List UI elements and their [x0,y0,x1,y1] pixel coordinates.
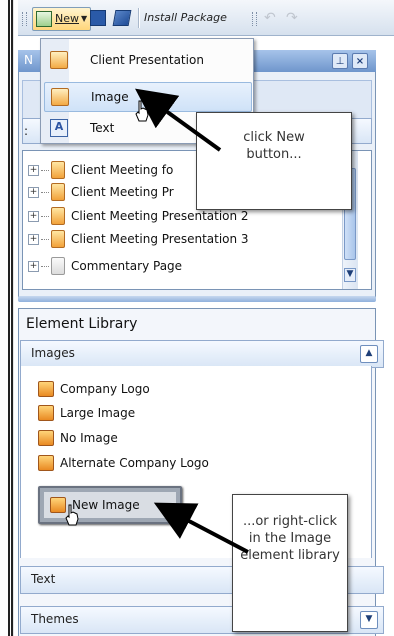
tree-item[interactable]: + Client Meeting Pr [28,182,174,202]
expand-icon[interactable]: + [28,210,39,222]
presentation-icon [51,183,65,201]
undo-button[interactable]: ↶ [264,7,276,29]
hand-cursor-icon [135,100,149,122]
undo-icon: ↶ [264,10,276,26]
library-item-label: Alternate Company Logo [60,456,209,470]
expand-icon[interactable]: ▼ [360,611,378,629]
expand-icon[interactable]: + [28,186,39,198]
tree-item[interactable]: + Commentary Page [28,256,182,276]
redo-button[interactable]: ↷ [286,7,298,29]
library-item[interactable]: Alternate Company Logo [38,454,209,472]
toolbar-grip-2[interactable] [252,12,257,26]
library-item[interactable]: Company Logo [38,380,150,398]
image-icon [51,88,69,106]
expand-icon[interactable]: + [28,164,39,176]
scroll-down-icon[interactable]: ▼ [344,268,356,282]
library-item-label: No Image [60,431,118,445]
image-icon [38,455,54,471]
save-icon [90,10,106,26]
page-icon [51,257,65,275]
section-bar-fragment: : [24,124,29,138]
menu-item-label: Image [91,90,129,104]
tree-item-label: Client Meeting Pr [71,185,174,199]
tree-item[interactable]: + Client Meeting fo [28,160,173,180]
expand-icon[interactable]: + [28,233,39,245]
pencil-icon [112,10,132,26]
new-button[interactable]: New ▼ [32,7,92,31]
tree-item-label: Client Meeting fo [71,163,174,177]
text-icon: A [50,119,68,137]
toolbar-grip[interactable] [22,12,27,26]
image-icon [38,405,54,421]
tree-item-label: Client Meeting Presentation 2 [71,209,249,223]
pin-icon[interactable]: ⊥ [332,53,348,69]
callout-right-click: ...or right-click in the Image element l… [232,494,348,632]
navigator-panel-title: N [24,53,33,67]
images-section-bar[interactable]: Images ▲ [20,340,384,368]
chevron-down-icon: ▼ [81,14,88,23]
library-item-label: Large Image [60,406,136,420]
new-image-label: New Image [72,498,140,512]
image-icon [38,381,54,397]
new-doc-icon [36,11,52,27]
callout-text: click New button... [243,130,305,162]
save-button[interactable] [90,7,106,29]
toolbar-separator [138,8,140,28]
menu-item-client-presentation[interactable]: Client Presentation [44,46,250,74]
library-item[interactable]: No Image [38,429,118,447]
install-package-button[interactable]: Install Package [144,7,227,29]
edit-button[interactable] [112,7,132,29]
menu-item-label: Text [90,121,115,135]
presentation-icon [50,51,68,69]
tree-item[interactable]: + Client Meeting Presentation 3 [28,229,249,249]
library-item[interactable]: Large Image [38,404,135,422]
hand-cursor-icon [65,504,79,526]
window-frame [8,0,14,636]
presentation-icon [51,161,65,179]
new-button-label: New [55,12,79,25]
library-item-label: Company Logo [60,382,150,396]
image-icon [38,430,54,446]
expand-icon[interactable]: + [28,260,39,272]
callout-text: ...or right-click in the Image element l… [240,514,340,563]
menu-item-label: Client Presentation [90,53,204,67]
panel-splitter[interactable] [18,296,376,302]
collapse-icon[interactable]: ▲ [360,345,378,363]
images-section-label: Images [31,346,75,360]
presentation-icon [51,207,65,225]
tree-item-label: Commentary Page [71,259,183,273]
text-section-label: Text [31,572,56,586]
tree-item-label: Client Meeting Presentation 3 [71,232,249,246]
element-library-title: Element Library [26,316,138,332]
callout-click-new: click New button... [196,112,352,210]
close-icon[interactable]: × [352,53,368,69]
redo-icon: ↷ [286,10,298,26]
themes-section-label: Themes [31,612,79,626]
presentation-icon [51,230,65,248]
toolbar: New ▼ Install Package ↶ ↷ [18,0,394,36]
install-package-label: Install Package [144,11,227,24]
